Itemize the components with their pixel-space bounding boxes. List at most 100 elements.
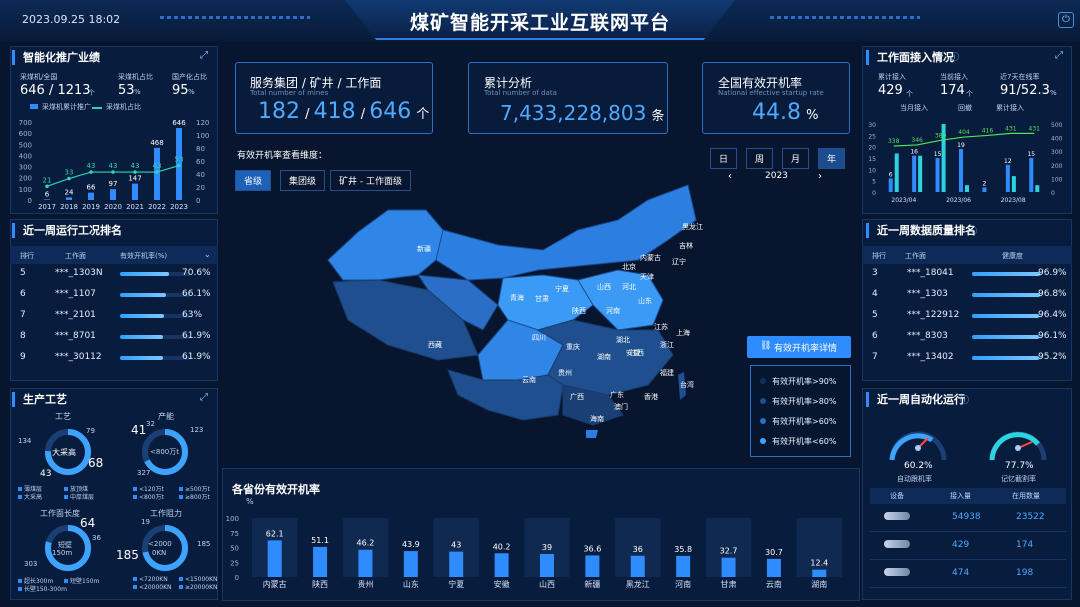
- province-bar[interactable]: [403, 551, 418, 577]
- kpi-mines-v2: 418: [313, 99, 356, 124]
- ranking-row[interactable]: 6 ***_1107 66.1%: [10, 284, 218, 305]
- province-label[interactable]: 四川: [532, 333, 546, 343]
- province-label[interactable]: 新疆: [417, 244, 431, 254]
- province-label[interactable]: 河北: [622, 282, 636, 292]
- province-bar[interactable]: [721, 557, 736, 577]
- automation-row[interactable]: 429 174: [870, 532, 1066, 560]
- ranking-row[interactable]: 7 ***_2101 63%: [10, 305, 218, 326]
- province-label[interactable]: 河南: [606, 306, 620, 316]
- ranking-row[interactable]: 5 ***_122912 96.4%: [862, 305, 1072, 326]
- province-bar[interactable]: [540, 553, 554, 577]
- province-label[interactable]: 澳门: [614, 402, 628, 412]
- province-label[interactable]: 江苏: [654, 322, 668, 332]
- automation-access-value: 474: [952, 568, 970, 578]
- promotion-bar-label: 97: [109, 180, 118, 188]
- access-bar-a-label: 15: [934, 151, 942, 158]
- province-label[interactable]: 上海: [676, 328, 690, 338]
- province-label[interactable]: 青海: [510, 293, 524, 303]
- china-map[interactable]: [318, 180, 700, 442]
- province-chart-title: 各省份有效开机率: [232, 483, 320, 496]
- province-label[interactable]: 福建: [660, 368, 674, 378]
- province-label[interactable]: 广西: [570, 392, 584, 402]
- province-bar[interactable]: [449, 551, 464, 577]
- province-label[interactable]: 湖北: [616, 335, 630, 345]
- expand-icon[interactable]: ⤢: [200, 50, 208, 61]
- province-label[interactable]: 内蒙古: [640, 253, 661, 263]
- tab-province[interactable]: 省级: [235, 170, 272, 191]
- access-right-tick: 0: [1051, 190, 1055, 197]
- expand-icon[interactable]: ⤢: [1055, 50, 1063, 61]
- map-legend-item[interactable]: 有效开机率>90%: [760, 372, 836, 392]
- tab-day[interactable]: 日: [710, 148, 738, 169]
- province-y-tick: 100: [226, 515, 239, 523]
- ranking-value: 96.1%: [1038, 331, 1067, 341]
- province-bar[interactable]: [585, 555, 600, 577]
- province-label[interactable]: 海南: [590, 414, 604, 424]
- province-bar[interactable]: [267, 540, 282, 577]
- province-bar[interactable]: [358, 549, 373, 577]
- province-bar[interactable]: [676, 555, 691, 577]
- map-legend-item[interactable]: 有效开机率<60%: [760, 432, 836, 452]
- province-label[interactable]: 辽宁: [672, 257, 686, 267]
- kpi-data-values: 7,433,228,803 条: [500, 101, 664, 125]
- province-label[interactable]: 江西: [630, 348, 644, 358]
- ranking-row[interactable]: 3 ***_18041 96.9%: [862, 263, 1072, 284]
- ranking-row[interactable]: 6 ***_8303 96.1%: [862, 326, 1072, 347]
- chevron-down-icon[interactable]: ⌄: [204, 250, 211, 259]
- ranking-rank: 6: [872, 331, 878, 341]
- donut2-b: 32: [146, 420, 155, 428]
- ranking-row[interactable]: 9 ***_30112 61.9%: [10, 347, 218, 368]
- info-icon[interactable]: ⓘ: [960, 393, 969, 406]
- province-label[interactable]: 湖南: [597, 352, 611, 362]
- automation-row[interactable]: 54938 23522: [870, 504, 1066, 532]
- province-label[interactable]: 西藏: [428, 340, 442, 350]
- tab-year[interactable]: 年: [818, 148, 846, 169]
- province-bar[interactable]: [494, 553, 509, 577]
- ranking-value: 95.2%: [1038, 352, 1067, 362]
- info-icon[interactable]: ⓘ: [950, 50, 959, 63]
- ranking-right-list: 3 ***_18041 96.9% 4 ***_1303 96.8% 5 ***_122912…: [862, 263, 1072, 368]
- province-label[interactable]: 重庆: [566, 342, 580, 352]
- access-bar-a: [1029, 158, 1034, 192]
- province-bar[interactable]: [766, 558, 781, 577]
- province-label[interactable]: 北京: [622, 262, 636, 272]
- province-label[interactable]: 山东: [638, 296, 652, 306]
- donut4-c: 185: [116, 548, 139, 562]
- map-legend-item[interactable]: 有效开机率>80%: [760, 392, 836, 412]
- ranking-rank: 9: [20, 352, 26, 362]
- province-label[interactable]: 天津: [640, 272, 654, 282]
- province-label[interactable]: 陕西: [572, 306, 586, 316]
- province-label[interactable]: 香港: [644, 392, 658, 402]
- province-label[interactable]: 浙江: [660, 340, 674, 350]
- ranking-bar-fill: [120, 314, 165, 318]
- automation-row[interactable]: 474 198: [870, 560, 1066, 588]
- province-label[interactable]: 山西: [597, 282, 611, 292]
- province-label[interactable]: 广东: [610, 390, 624, 400]
- next-year-icon[interactable]: ›: [818, 171, 822, 182]
- prev-year-icon[interactable]: ‹: [728, 171, 732, 182]
- power-icon[interactable]: ⏻: [1058, 12, 1074, 28]
- province-bar[interactable]: [812, 569, 827, 577]
- province-label[interactable]: 宁夏: [555, 284, 569, 294]
- province-label[interactable]: 贵州: [558, 368, 572, 378]
- tab-week[interactable]: 周: [746, 148, 774, 169]
- province-label[interactable]: 云南: [522, 375, 536, 385]
- map-legend-item[interactable]: 有效开机率>60%: [760, 412, 836, 432]
- province-bar[interactable]: [630, 555, 645, 577]
- access-line-label: 431: [1005, 125, 1017, 132]
- info-icon[interactable]: ⓘ: [968, 224, 977, 237]
- ranking-row[interactable]: 7 ***_13402 95.2%: [862, 347, 1072, 368]
- ranking-bar-track: [972, 272, 1042, 276]
- ranking-row[interactable]: 8 ***_8701 61.9%: [10, 326, 218, 347]
- ranking-right-col-name: 工作面: [905, 252, 926, 260]
- province-label[interactable]: 吉林: [679, 241, 693, 251]
- province-label[interactable]: 黑龙江: [682, 222, 703, 232]
- province-bar[interactable]: [313, 546, 328, 577]
- province-label[interactable]: 甘肃: [535, 294, 549, 304]
- ranking-row[interactable]: 5 ***_1303N 70.6%: [10, 263, 218, 284]
- province-label[interactable]: 台湾: [680, 380, 694, 390]
- tab-month[interactable]: 月: [782, 148, 810, 169]
- ranking-row[interactable]: 4 ***_1303 96.8%: [862, 284, 1072, 305]
- legend-square-icon: [179, 585, 183, 589]
- ranking-bar-fill: [120, 356, 164, 360]
